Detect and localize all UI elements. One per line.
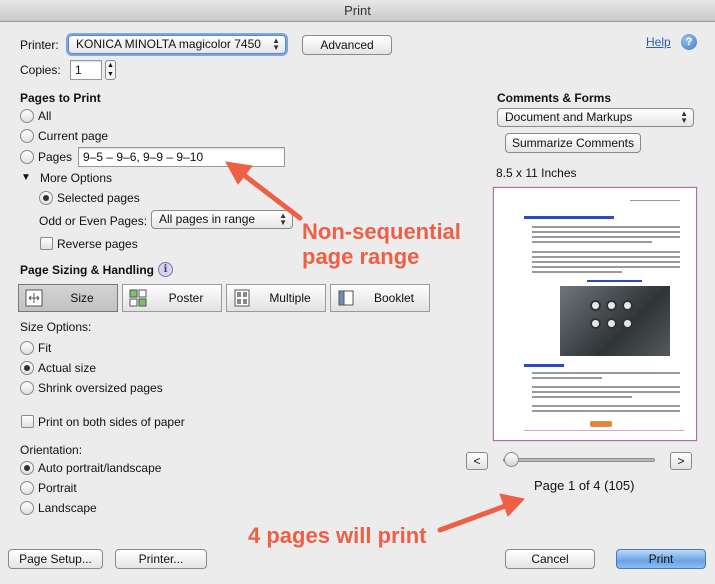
- annotation-range-line1: Non-sequential: [302, 219, 461, 244]
- print-button[interactable]: Print: [616, 549, 706, 569]
- annotation-count: 4 pages will print: [248, 523, 427, 548]
- cancel-button[interactable]: Cancel: [505, 549, 595, 569]
- page-setup-button[interactable]: Page Setup...: [8, 549, 103, 569]
- annotation-arrows: [225, 161, 525, 533]
- printer-button[interactable]: Printer...: [115, 549, 207, 569]
- annotation-range-line2: page range: [302, 244, 420, 269]
